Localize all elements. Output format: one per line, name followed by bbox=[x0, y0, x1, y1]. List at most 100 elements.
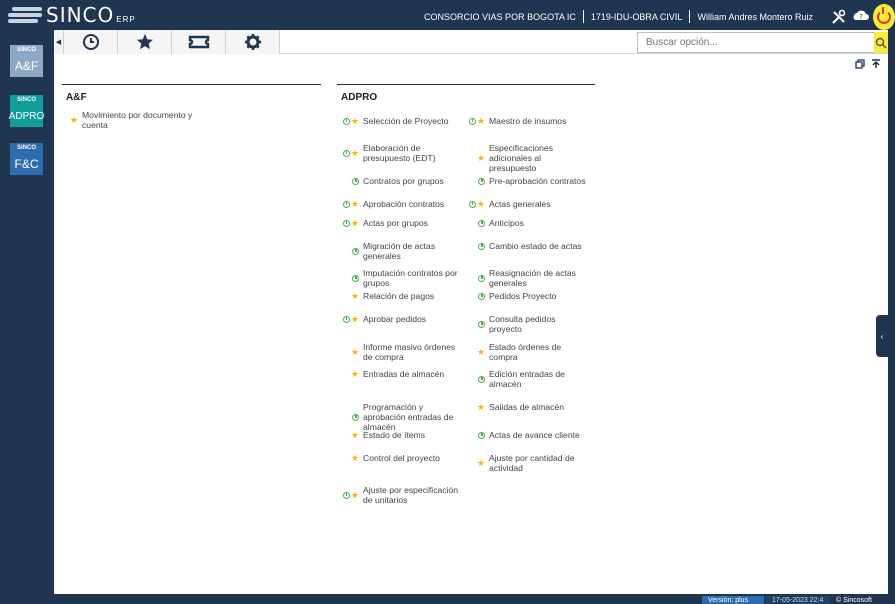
history-icon[interactable] bbox=[478, 292, 485, 300]
star-icon[interactable]: ★ bbox=[351, 430, 359, 440]
history-icon[interactable] bbox=[478, 375, 485, 383]
project-name[interactable]: 1719-IDU-OBRA CIVIL bbox=[591, 12, 683, 22]
menu-item[interactable]: Reasignación de actas generales bbox=[463, 268, 589, 288]
module-adpro[interactable]: SINCO ADPRO bbox=[9, 95, 44, 127]
history-icon[interactable] bbox=[342, 491, 350, 499]
company-name[interactable]: CONSORCIO VIAS POR BOGOTA IC bbox=[424, 12, 576, 22]
menu-item[interactable]: Actas de avance cliente bbox=[463, 430, 589, 440]
favorites-button[interactable] bbox=[118, 30, 172, 54]
history-icon[interactable] bbox=[342, 200, 350, 208]
menu-item[interactable]: ★ Ajuste por cantidad de actividad bbox=[463, 453, 589, 473]
star-icon[interactable]: ★ bbox=[477, 199, 485, 209]
collapse-arrow-icon[interactable]: ◀ bbox=[54, 30, 64, 54]
star-icon[interactable]: ★ bbox=[477, 458, 485, 468]
star-icon[interactable]: ★ bbox=[477, 153, 485, 163]
history-icon[interactable] bbox=[352, 413, 359, 421]
menu-item[interactable]: Contratos por grupos bbox=[337, 176, 463, 186]
star-icon[interactable]: ★ bbox=[351, 314, 359, 324]
history-icon[interactable] bbox=[342, 117, 350, 125]
menu-item[interactable]: Cambio estado de actas bbox=[463, 241, 589, 251]
adpro-column: ADPRO bbox=[337, 84, 595, 104]
menu-item[interactable]: ★ Estado órdenes de compra bbox=[463, 342, 589, 362]
menu-item[interactable]: ★ Movimiento por documento y cuenta bbox=[56, 110, 196, 130]
menu-item-icons: ★ bbox=[463, 199, 485, 209]
menu-item[interactable]: Pedidos Proyecto bbox=[463, 291, 589, 301]
menu-item[interactable]: ★ Estado de ítems bbox=[337, 430, 463, 440]
svg-text:?: ? bbox=[859, 13, 863, 21]
menu-item[interactable]: ★ Salidas de almacén bbox=[463, 402, 589, 412]
star-icon[interactable]: ★ bbox=[477, 347, 485, 357]
star-icon[interactable]: ★ bbox=[351, 218, 359, 228]
menu-item-icons: ★ bbox=[463, 402, 485, 412]
menu-item-label: Control del proyecto bbox=[363, 453, 440, 463]
menu-item[interactable]: ★ Maestro de insumos bbox=[463, 116, 589, 126]
star-icon[interactable]: ★ bbox=[351, 148, 359, 158]
menu-item[interactable]: ★ Aprobación contratos bbox=[337, 199, 463, 209]
search-button[interactable] bbox=[874, 32, 888, 53]
menu-item[interactable]: ★ Actas generales bbox=[463, 199, 589, 209]
star-icon[interactable]: ★ bbox=[70, 115, 78, 125]
star-icon[interactable]: ★ bbox=[351, 199, 359, 209]
history-icon[interactable] bbox=[352, 247, 359, 255]
side-panel-toggle[interactable]: ‹ bbox=[876, 315, 888, 357]
menu-item[interactable]: ★ Actas por grupos bbox=[337, 218, 463, 228]
menu-item[interactable]: Anticipos bbox=[463, 218, 589, 228]
tickets-button[interactable] bbox=[172, 30, 226, 54]
history-icon[interactable] bbox=[478, 274, 485, 282]
af-column: A&F bbox=[62, 84, 321, 104]
history-icon[interactable] bbox=[352, 274, 359, 282]
menu-item[interactable]: ★ Control del proyecto bbox=[337, 453, 463, 463]
tools-icon[interactable] bbox=[828, 6, 850, 28]
power-icon[interactable] bbox=[873, 4, 895, 30]
settings-button[interactable] bbox=[226, 30, 280, 54]
menu-item[interactable]: ★ Elaboración de presupuesto (EDT) bbox=[337, 143, 463, 163]
history-icon[interactable] bbox=[478, 320, 485, 328]
scroll-top-icon[interactable] bbox=[870, 58, 882, 70]
menu-item[interactable]: Programación y aprobación entradas de al… bbox=[337, 402, 463, 432]
menu-item[interactable]: Pre-aprobación contratos bbox=[463, 176, 589, 186]
star-icon[interactable]: ★ bbox=[351, 347, 359, 357]
history-icon[interactable] bbox=[478, 219, 485, 227]
sinco-logo[interactable]: SINCO ERP bbox=[8, 3, 136, 27]
search-field[interactable] bbox=[637, 32, 875, 53]
history-icon[interactable] bbox=[342, 219, 350, 227]
menu-item[interactable]: ★ Relación de pagos bbox=[337, 291, 463, 301]
menu-item-label: Contratos por grupos bbox=[363, 176, 444, 186]
menu-item-icons bbox=[463, 292, 485, 300]
menu-item[interactable]: ★ Especificaciones adicionales al presupu… bbox=[463, 143, 589, 173]
menu-item[interactable]: ★ Ajuste por especificación de unitarios bbox=[337, 485, 463, 505]
menu-item[interactable]: ★ Entradas de almacén bbox=[337, 369, 463, 379]
menu-item[interactable]: ★ Selección de Proyecto bbox=[337, 116, 463, 126]
star-icon[interactable]: ★ bbox=[351, 453, 359, 463]
menu-item[interactable]: Edición entradas de almacén bbox=[463, 369, 589, 389]
star-icon[interactable]: ★ bbox=[351, 490, 359, 500]
history-icon[interactable] bbox=[342, 315, 350, 323]
menu-item-label: Selección de Proyecto bbox=[363, 116, 449, 126]
history-icon[interactable] bbox=[478, 242, 485, 250]
history-icon[interactable] bbox=[478, 177, 485, 185]
menu-item-label: Pedidos Proyecto bbox=[489, 291, 557, 301]
history-icon[interactable] bbox=[478, 431, 485, 439]
history-icon[interactable] bbox=[468, 117, 476, 125]
menu-item[interactable]: ★ Aprobar pedidos bbox=[337, 314, 463, 324]
module-fc[interactable]: SINCO F&C bbox=[10, 143, 43, 175]
menu-item[interactable]: Consulta pedidos proyecto bbox=[463, 314, 589, 334]
module-af[interactable]: SINCO A&F bbox=[10, 45, 43, 77]
history-icon[interactable] bbox=[352, 177, 359, 185]
star-icon[interactable]: ★ bbox=[351, 116, 359, 126]
restore-window-icon[interactable] bbox=[854, 58, 866, 70]
star-icon[interactable]: ★ bbox=[351, 291, 359, 301]
history-icon[interactable] bbox=[468, 200, 476, 208]
module-fc-brand: SINCO bbox=[10, 143, 43, 153]
star-icon[interactable]: ★ bbox=[477, 116, 485, 126]
history-icon[interactable] bbox=[342, 149, 350, 157]
menu-item[interactable]: ★ Informe masivo órdenes de compra bbox=[337, 342, 463, 362]
star-icon[interactable]: ★ bbox=[351, 369, 359, 379]
menu-item[interactable]: Migración de actas generales bbox=[337, 241, 463, 261]
history-button[interactable] bbox=[64, 30, 118, 54]
help-icon[interactable]: ? bbox=[850, 6, 872, 28]
user-name[interactable]: William Andres Montero Ruiz bbox=[697, 12, 813, 22]
search-input[interactable] bbox=[638, 33, 874, 52]
star-icon[interactable]: ★ bbox=[477, 402, 485, 412]
menu-item[interactable]: Imputación contratos por grupos bbox=[337, 268, 463, 288]
